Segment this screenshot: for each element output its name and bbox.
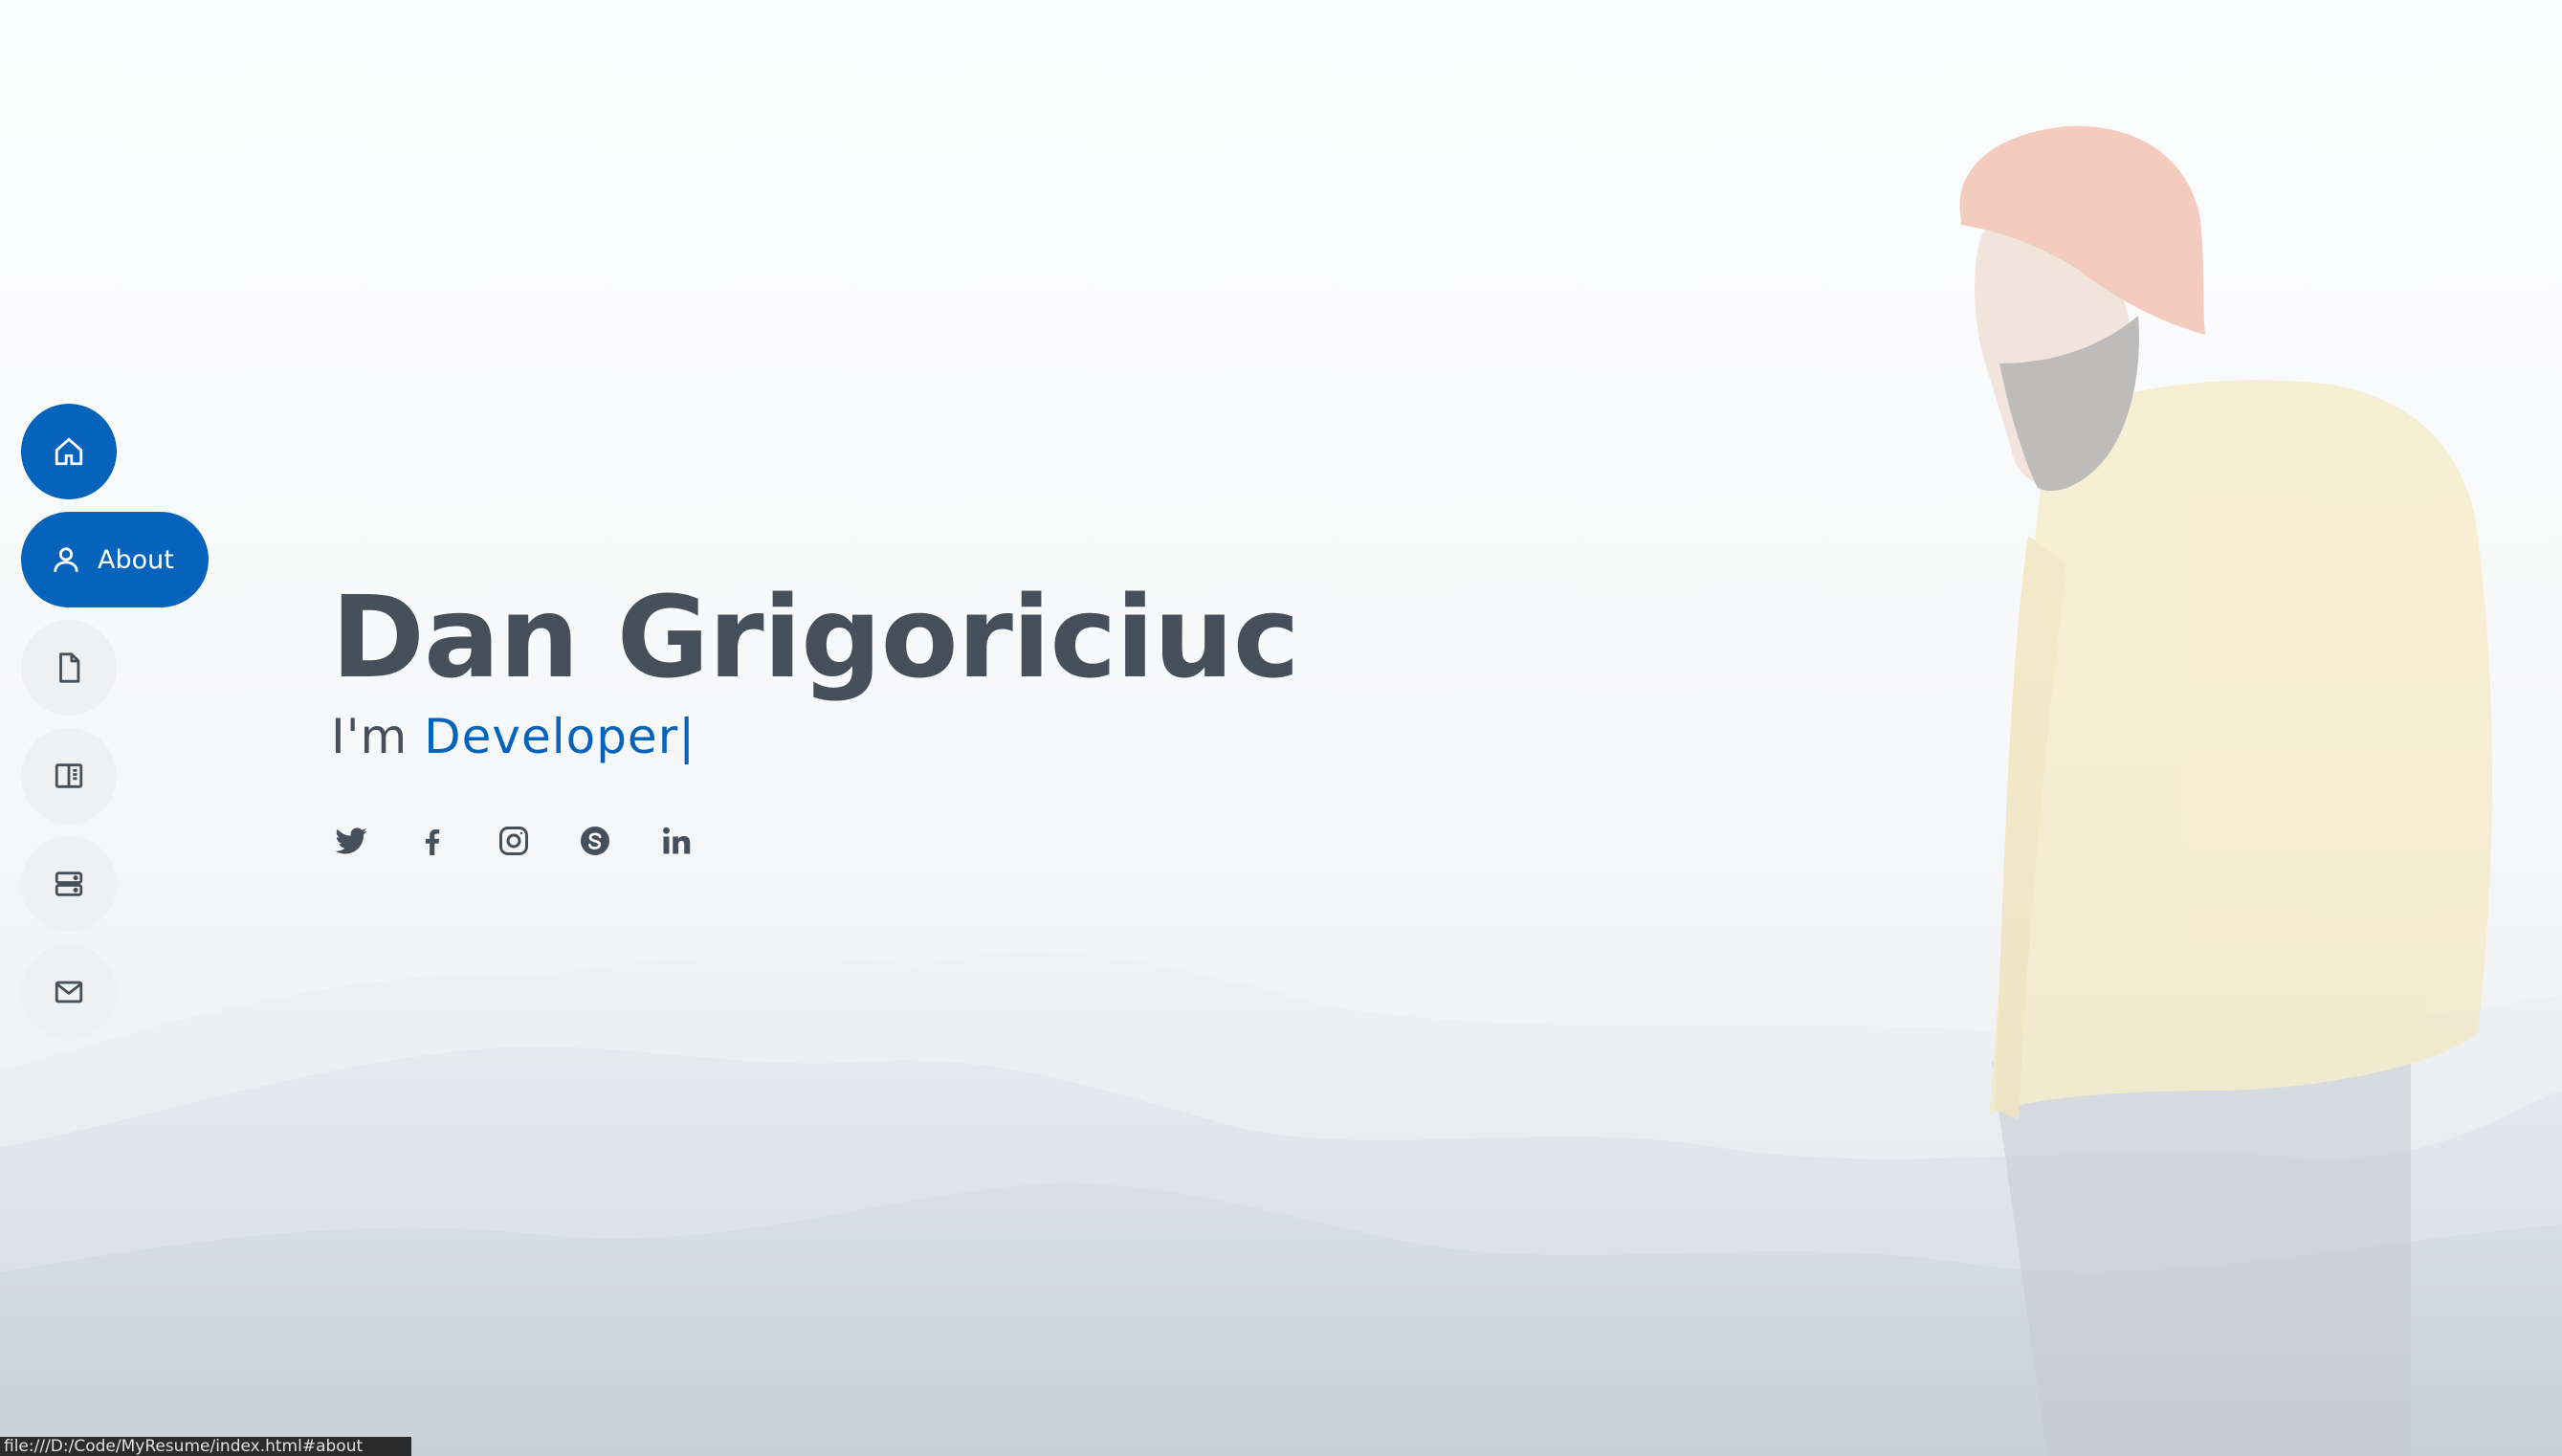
linkedin-link[interactable] bbox=[656, 821, 696, 861]
twitter-icon bbox=[335, 827, 367, 854]
status-bar-url: file:///D:/Code/MyResume/index.html#abou… bbox=[0, 1437, 411, 1456]
server-icon bbox=[50, 865, 88, 903]
home-icon bbox=[50, 432, 88, 471]
side-nav: About bbox=[21, 404, 270, 1073]
hero-role-typed: Developer bbox=[424, 709, 679, 764]
social-links bbox=[331, 821, 738, 861]
nav-about-label: About bbox=[98, 544, 174, 575]
nav-home[interactable] bbox=[21, 404, 117, 499]
hero-name: Dan Grigoriciuc bbox=[331, 571, 1300, 703]
file-icon bbox=[50, 649, 88, 687]
nav-services[interactable] bbox=[21, 836, 117, 932]
nav-portfolio[interactable] bbox=[21, 728, 117, 824]
book-icon bbox=[50, 757, 88, 795]
linkedin-icon bbox=[663, 827, 691, 854]
typing-cursor: | bbox=[678, 709, 696, 764]
facebook-link[interactable] bbox=[412, 821, 453, 861]
skype-icon bbox=[581, 827, 609, 855]
nav-contact[interactable] bbox=[21, 944, 117, 1040]
nav-about[interactable]: About bbox=[21, 512, 209, 607]
person-icon bbox=[50, 540, 82, 579]
twitter-link[interactable] bbox=[331, 821, 371, 861]
hero-prefix: I'm bbox=[331, 709, 425, 764]
hero-subtitle: I'm Developer| bbox=[331, 708, 1299, 765]
facebook-icon bbox=[425, 829, 440, 855]
instagram-link[interactable] bbox=[494, 821, 534, 861]
skype-link[interactable] bbox=[575, 821, 615, 861]
instagram-icon bbox=[499, 827, 528, 855]
envelope-icon bbox=[50, 973, 88, 1011]
nav-resume[interactable] bbox=[21, 620, 117, 716]
hero: Dan Grigoriciuc I'm Developer| bbox=[331, 570, 1300, 765]
page: About Dan Grigoriciuc I'm Developer| fil… bbox=[0, 0, 2562, 1456]
